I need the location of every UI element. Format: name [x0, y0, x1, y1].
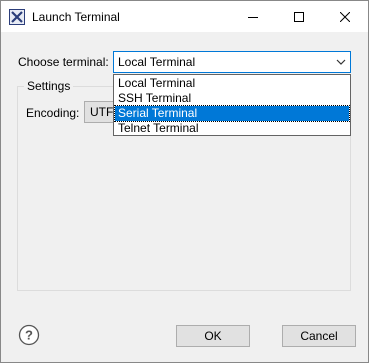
minimize-button[interactable]: [230, 1, 276, 32]
ok-button-label: OK: [204, 329, 222, 343]
chevron-down-icon: [336, 59, 346, 65]
maximize-button[interactable]: [276, 1, 322, 32]
terminal-dropdown-list: Local Terminal SSH Terminal Serial Termi…: [113, 74, 351, 136]
svg-text:?: ?: [25, 328, 33, 343]
settings-legend: Settings: [24, 79, 74, 93]
terminal-select[interactable]: Local Terminal: [113, 51, 351, 73]
title-bar[interactable]: Launch Terminal: [1, 1, 368, 32]
minimize-icon: [248, 16, 258, 18]
ok-button[interactable]: OK: [176, 325, 250, 347]
dropdown-option-local[interactable]: Local Terminal: [115, 76, 349, 91]
choose-terminal-label: Choose terminal:: [18, 55, 109, 69]
dropdown-option-telnet[interactable]: Telnet Terminal: [115, 121, 349, 136]
encoding-label: Encoding:: [26, 106, 80, 120]
close-button[interactable]: [322, 1, 368, 32]
window-title: Launch Terminal: [32, 10, 120, 24]
dropdown-option-ssh[interactable]: SSH Terminal: [115, 91, 349, 106]
close-icon: [340, 11, 350, 22]
launch-terminal-dialog: Launch Terminal Choose terminal: Local T…: [0, 0, 369, 363]
cancel-button[interactable]: Cancel: [282, 325, 356, 347]
eclipse-x-icon: [9, 9, 25, 25]
dialog-content: Choose terminal: Local Terminal Settings…: [1, 32, 368, 362]
terminal-select-value: Local Terminal: [118, 55, 196, 69]
cancel-button-label: Cancel: [300, 329, 338, 343]
help-icon[interactable]: ?: [18, 324, 40, 346]
maximize-icon: [294, 11, 304, 22]
dropdown-option-serial[interactable]: Serial Terminal: [114, 105, 350, 122]
